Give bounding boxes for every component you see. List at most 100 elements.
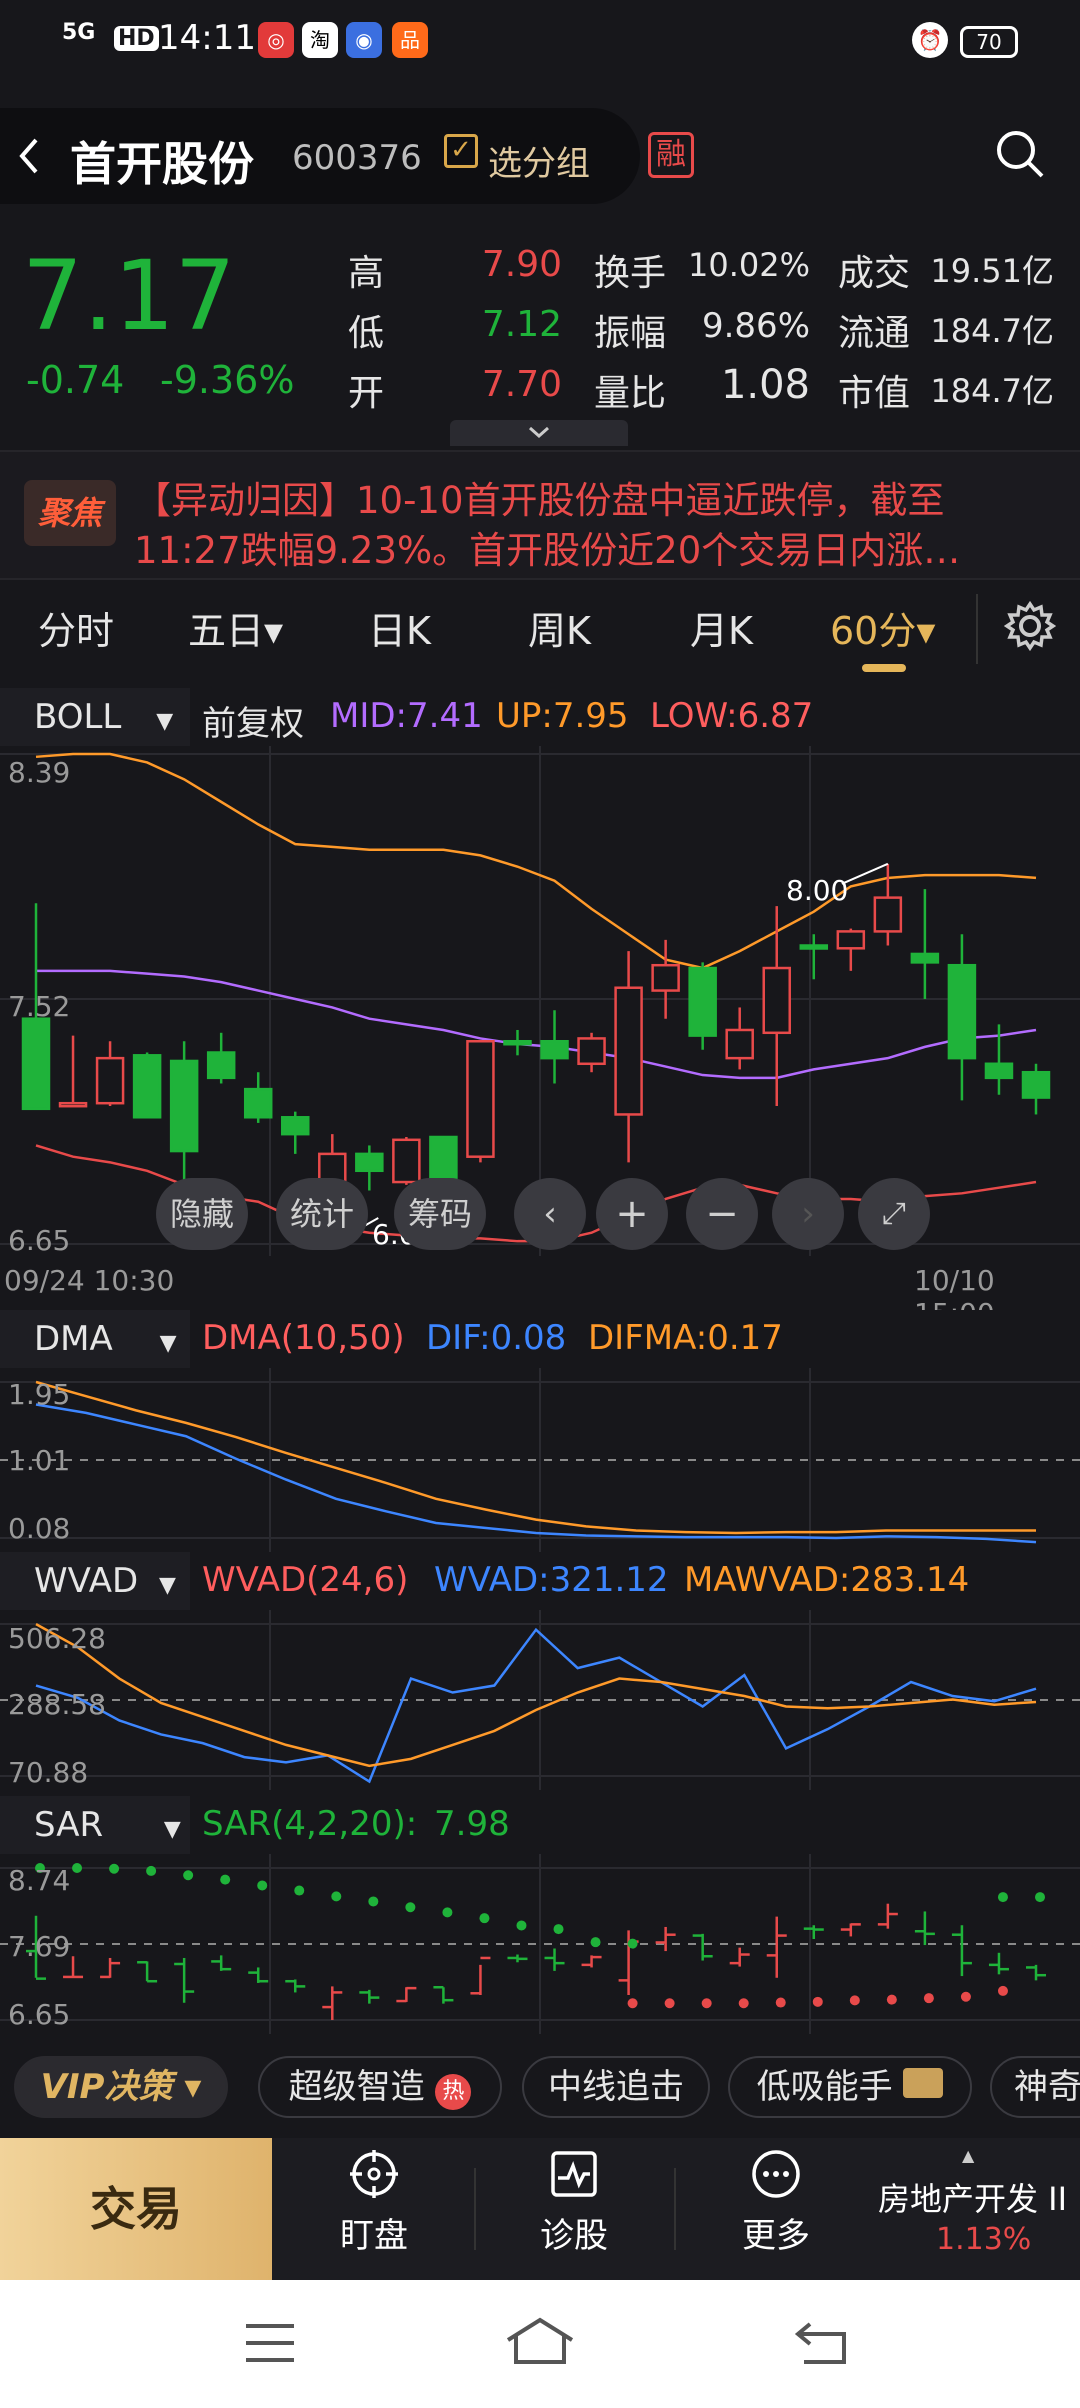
tab-monthly-k[interactable]: 月K bbox=[690, 600, 753, 655]
current-price: 7.17 bbox=[22, 240, 236, 352]
tab-five-day[interactable]: 五日▾ bbox=[188, 600, 283, 655]
candle-body bbox=[466, 1039, 495, 1158]
more-dots-icon bbox=[752, 2150, 800, 2198]
dropdown-icon: ▼ bbox=[158, 1573, 176, 1598]
float-cap-value: 184.7亿 bbox=[930, 312, 1054, 350]
sar-dot bbox=[516, 1920, 527, 1931]
candle-body bbox=[762, 966, 791, 1035]
checkbox-icon[interactable]: ✓ bbox=[444, 134, 478, 168]
hot-badge: 热 bbox=[435, 2074, 472, 2110]
chevron-down-icon bbox=[529, 426, 549, 439]
news-banner[interactable]: 聚焦 【异动归因】10-10首开股份盘中逼近跌停，截至 11:27跌幅9.23%… bbox=[0, 450, 1080, 580]
hide-button[interactable]: 隐藏 bbox=[156, 1178, 248, 1250]
stats-button[interactable]: 统计 bbox=[276, 1178, 368, 1250]
search-icon[interactable] bbox=[994, 128, 1046, 180]
sar-dot bbox=[553, 1924, 564, 1935]
stock-name: 首开股份 bbox=[70, 137, 254, 191]
adjust-label[interactable]: 前复权 bbox=[202, 696, 304, 745]
tab-60min[interactable]: 60分▾ bbox=[830, 600, 935, 655]
taobao-icon: 淘 bbox=[302, 22, 338, 58]
vip-decision-button[interactable]: VIP决策 ▾ bbox=[14, 2056, 228, 2118]
chevron-left-icon[interactable] bbox=[14, 136, 44, 176]
watch-button[interactable]: 盯盘 bbox=[304, 2148, 444, 2257]
more-button[interactable]: 更多 bbox=[706, 2148, 846, 2257]
sar-dot bbox=[72, 1863, 83, 1873]
wvad-chart[interactable] bbox=[0, 1610, 1080, 1790]
fullscreen-icon[interactable]: ⤢ bbox=[858, 1178, 930, 1250]
back-icon[interactable] bbox=[794, 2320, 850, 2366]
diagnose-button[interactable]: 诊股 bbox=[504, 2148, 644, 2257]
sar-dot bbox=[738, 1998, 749, 2009]
sar-chart[interactable] bbox=[0, 1854, 1080, 2034]
sar-dot bbox=[257, 1880, 268, 1891]
news-badge: 聚焦 bbox=[24, 480, 116, 546]
dma-y-bot: 0.08 bbox=[8, 1512, 71, 1545]
pill-super-smart[interactable]: 超级智造 热 bbox=[258, 2056, 502, 2118]
volume-label: 成交 bbox=[838, 253, 911, 294]
candle-body bbox=[95, 1056, 125, 1105]
dma-chart[interactable] bbox=[0, 1368, 1080, 1552]
sector-widget[interactable]: ▲ 房地产开发 II 1.13% bbox=[866, 2138, 1080, 2280]
tab-intraday[interactable]: 分时 bbox=[38, 600, 114, 655]
boll-y-bot: 6.65 bbox=[8, 1224, 71, 1257]
candle-body bbox=[947, 963, 977, 1060]
wvad-name: WVAD bbox=[34, 1561, 139, 1601]
boll-y-top: 8.39 bbox=[8, 756, 71, 789]
sar-y-mid: 7.69 bbox=[8, 1930, 71, 1963]
open-value: 7.70 bbox=[481, 364, 562, 405]
boll-indicator-row: BOLL ▼ 前复权 MID:7.41 UP:7.95 LOW:6.87 bbox=[0, 688, 1080, 746]
low-label: 低 bbox=[348, 313, 385, 354]
zoom-out-icon[interactable]: − bbox=[686, 1178, 758, 1250]
menu-icon[interactable] bbox=[244, 2322, 296, 2364]
wvad-y-mid: 288.58 bbox=[8, 1688, 106, 1721]
sar-y-bot: 6.65 bbox=[8, 1998, 71, 2031]
price-change-pct: -9.36% bbox=[160, 358, 295, 402]
tab-daily-k[interactable]: 日K bbox=[368, 600, 431, 655]
chevron-right-icon[interactable]: › bbox=[772, 1178, 844, 1250]
boll-selector[interactable]: BOLL ▼ bbox=[0, 688, 190, 746]
candle-body bbox=[540, 1039, 569, 1060]
sar-dot bbox=[997, 1985, 1008, 1996]
home-icon[interactable] bbox=[504, 2316, 576, 2366]
wvad-y-top: 506.28 bbox=[8, 1622, 106, 1655]
pill-magic[interactable]: 神奇 bbox=[990, 2056, 1080, 2118]
candle-body bbox=[799, 944, 829, 950]
trade-button[interactable]: 交易 bbox=[0, 2138, 272, 2280]
market-cap-value: 184.7亿 bbox=[930, 372, 1054, 410]
sar-dot bbox=[812, 1996, 823, 2007]
dma-dif: DIF:0.08 bbox=[426, 1318, 567, 1358]
watch-label: 盯盘 bbox=[340, 2216, 408, 2256]
candle-body bbox=[836, 930, 866, 950]
sar-dot bbox=[442, 1907, 453, 1918]
gear-icon[interactable] bbox=[1004, 600, 1056, 652]
chevron-left-icon[interactable]: ‹ bbox=[514, 1178, 586, 1250]
select-group-button[interactable]: 选分组 bbox=[488, 136, 590, 185]
pill-label: 低吸能手 bbox=[756, 2067, 893, 2107]
margin-trading-badge[interactable]: 融 bbox=[648, 132, 694, 178]
sar-name: SAR bbox=[34, 1805, 104, 1845]
pulse-chart-icon bbox=[551, 2151, 597, 2197]
sar-dot bbox=[627, 1998, 638, 2009]
sar-dot bbox=[479, 1913, 490, 1924]
active-tab-indicator bbox=[862, 664, 906, 672]
app-notify-icon: 品 bbox=[392, 22, 428, 58]
news-line-1: 【异动归因】10-10首开股份盘中逼近跌停，截至 bbox=[134, 479, 945, 522]
dma-y-top: 1.95 bbox=[8, 1378, 71, 1411]
wvad-selector[interactable]: WVAD ▼ bbox=[0, 1552, 190, 1610]
zoom-in-icon[interactable]: + bbox=[596, 1178, 668, 1250]
low-value: 7.12 bbox=[481, 304, 562, 345]
pill-low-buy[interactable]: 低吸能手 bbox=[728, 2056, 972, 2118]
chips-button[interactable]: 筹码 bbox=[394, 1178, 486, 1250]
boll-high-marker: 8.00 bbox=[786, 874, 849, 907]
price-change: -0.74 bbox=[26, 358, 125, 402]
vol-ratio-label: 量比 bbox=[594, 373, 667, 414]
expand-quote-button[interactable] bbox=[450, 420, 628, 446]
dma-selector[interactable]: DMA ▼ bbox=[0, 1310, 190, 1368]
sar-dot bbox=[368, 1896, 379, 1907]
sar-selector[interactable]: SAR ▼ bbox=[0, 1796, 190, 1854]
tab-weekly-k[interactable]: 周K bbox=[528, 600, 591, 655]
pill-mid-chase[interactable]: 中线追击 bbox=[522, 2056, 710, 2118]
stock-header: 首开股份 600376 ✓ 选分组 bbox=[0, 108, 640, 204]
boll-mid: MID:7.41 bbox=[330, 696, 483, 736]
x-axis-start: 09/24 10:30 bbox=[4, 1264, 175, 1297]
